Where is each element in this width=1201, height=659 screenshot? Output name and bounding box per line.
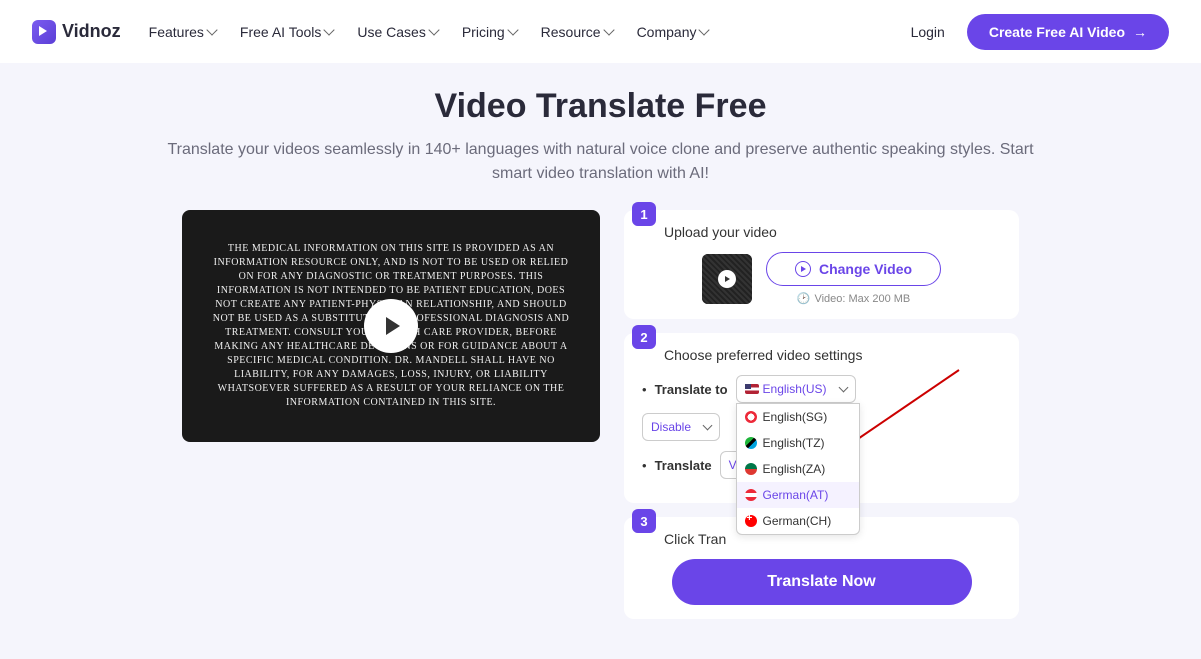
language-select[interactable]: English(US) bbox=[736, 375, 856, 403]
chevron-down-icon bbox=[603, 24, 614, 35]
upload-right: Change Video 🕑 Video: Max 200 MB bbox=[766, 252, 941, 305]
step-1-label: Upload your video bbox=[664, 224, 1001, 240]
video-thumbnail bbox=[702, 254, 752, 304]
upload-row: Change Video 🕑 Video: Max 200 MB bbox=[642, 252, 1001, 305]
chevron-down-icon bbox=[507, 24, 518, 35]
nav-resource[interactable]: Resource bbox=[541, 24, 613, 40]
page-subtitle: Translate your videos seamlessly in 140+… bbox=[151, 138, 1051, 186]
page-title: Video Translate Free bbox=[0, 87, 1201, 126]
translate-label: Translate bbox=[655, 458, 712, 473]
step-2-number: 2 bbox=[632, 325, 656, 349]
step-3-number: 3 bbox=[632, 509, 656, 533]
chevron-down-icon bbox=[206, 24, 217, 35]
play-circle-icon bbox=[795, 261, 811, 277]
step-2-label: Choose preferred video settings bbox=[664, 347, 1001, 363]
step-1-card: 1 Upload your video Change Video 🕑 Video bbox=[624, 210, 1019, 319]
nav-free-ai-tools[interactable]: Free AI Tools bbox=[240, 24, 333, 40]
nav: Features Free AI Tools Use Cases Pricing… bbox=[149, 24, 709, 40]
create-video-button[interactable]: Create Free AI Video → bbox=[967, 14, 1169, 50]
clock-icon: 🕑 bbox=[797, 292, 811, 305]
video-preview[interactable]: The medical information on this site is … bbox=[182, 210, 600, 442]
flag-ch-icon bbox=[745, 515, 757, 527]
chevron-down-icon bbox=[703, 421, 713, 431]
chevron-down-icon bbox=[428, 24, 439, 35]
dropdown-option[interactable]: English(ZA) bbox=[737, 456, 859, 482]
nav-use-cases[interactable]: Use Cases bbox=[357, 24, 437, 40]
login-link[interactable]: Login bbox=[911, 24, 945, 40]
settings-panel: 1 Upload your video Change Video 🕑 Video bbox=[624, 210, 1019, 619]
translate-to-label: Translate to bbox=[655, 382, 728, 397]
logo-icon bbox=[32, 20, 56, 44]
chevron-down-icon bbox=[838, 383, 848, 393]
translate-now-button[interactable]: Translate Now bbox=[672, 559, 972, 605]
play-icon bbox=[386, 317, 400, 335]
chevron-down-icon bbox=[324, 24, 335, 35]
disable-select[interactable]: Disable bbox=[642, 413, 720, 441]
dropdown-option-german-at[interactable]: German(AT) bbox=[737, 482, 859, 508]
header-right: Login Create Free AI Video → bbox=[911, 14, 1169, 50]
logo[interactable]: Vidnoz bbox=[32, 20, 121, 44]
dropdown-option[interactable]: German(CH) bbox=[737, 508, 859, 534]
upload-hint: 🕑 Video: Max 200 MB bbox=[797, 292, 911, 305]
arrow-right-icon: → bbox=[1133, 24, 1147, 40]
flag-za-icon bbox=[745, 463, 757, 475]
translate-to-row: • Translate to English(US) English(SG) E… bbox=[642, 375, 1001, 403]
thumbnail-play-icon bbox=[718, 270, 736, 288]
nav-company[interactable]: Company bbox=[637, 24, 709, 40]
flag-at-icon bbox=[745, 489, 757, 501]
flag-tz-icon bbox=[745, 437, 757, 449]
change-video-button[interactable]: Change Video bbox=[766, 252, 941, 286]
header: Vidnoz Features Free AI Tools Use Cases … bbox=[0, 0, 1201, 63]
step-2-card: 2 Choose preferred video settings • Tran… bbox=[624, 333, 1019, 503]
content: The medical information on this site is … bbox=[0, 210, 1201, 619]
step-1-number: 1 bbox=[632, 202, 656, 226]
language-dropdown: English(SG) English(TZ) English(ZA) Germ… bbox=[736, 403, 860, 535]
dropdown-option[interactable]: English(TZ) bbox=[737, 430, 859, 456]
nav-pricing[interactable]: Pricing bbox=[462, 24, 517, 40]
nav-features[interactable]: Features bbox=[149, 24, 216, 40]
flag-us-icon bbox=[745, 384, 759, 394]
flag-sg-icon bbox=[745, 411, 757, 423]
play-button[interactable] bbox=[364, 299, 418, 353]
main: Video Translate Free Translate your vide… bbox=[0, 63, 1201, 659]
logo-text: Vidnoz bbox=[62, 21, 121, 42]
dropdown-option[interactable]: English(SG) bbox=[737, 404, 859, 430]
chevron-down-icon bbox=[699, 24, 710, 35]
header-left: Vidnoz Features Free AI Tools Use Cases … bbox=[32, 20, 708, 44]
